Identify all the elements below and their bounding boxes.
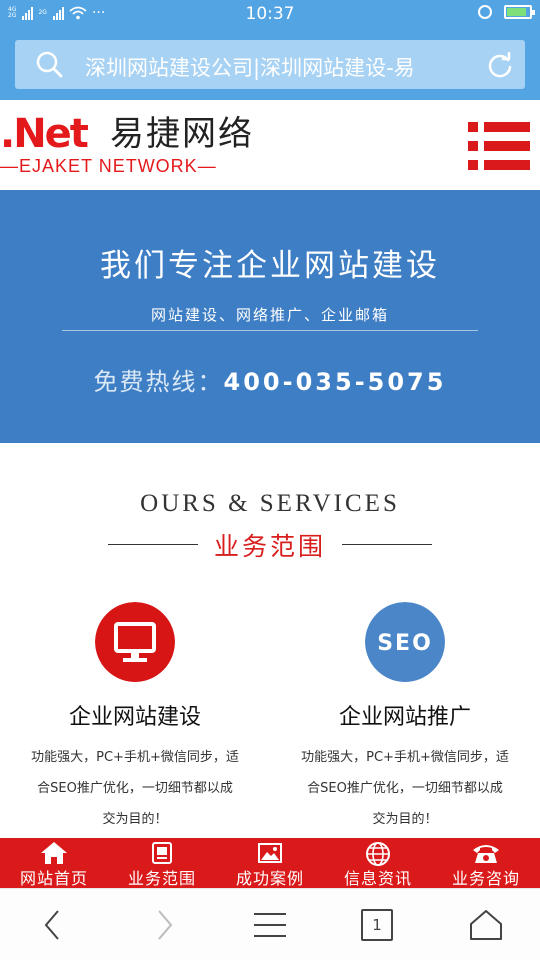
service-card-website[interactable]: 企业网站建设 功能强大，PC+手机+微信同步，适 合SEO推广优化，一切细节都以… — [0, 602, 270, 838]
desc-line: 合SEO推广优化，一切细节都以成 — [37, 781, 233, 796]
browser-toolbar: 1 — [0, 888, 540, 960]
browser-address-bar: 深圳网站建设公司|深圳网站建设-易 — [0, 30, 540, 100]
site-logo[interactable]: .Net 易捷网络 —EJAKET NETWORK— — [0, 114, 290, 180]
picture-icon — [258, 843, 282, 863]
logo-chinese-name: 易捷网络 — [110, 114, 254, 154]
service-description: 功能强大，PC+手机+微信同步，适 合SEO推广优化，一切细节都以成 交为目的！ — [294, 742, 516, 835]
tabs-button[interactable]: 1 — [361, 909, 393, 941]
desc-line: 功能强大，PC+手机+微信同步，适 — [31, 750, 239, 765]
nav-label: 业务咨询 — [451, 869, 520, 888]
forward-icon[interactable] — [145, 907, 181, 943]
menu-lines-icon[interactable] — [252, 907, 288, 943]
desc-line: 功能强大，PC+手机+微信同步，适 — [301, 750, 509, 765]
alarm-icon — [478, 5, 492, 19]
nav-item-news[interactable]: 信息资讯 — [324, 838, 432, 888]
logo-english-name: —EJAKET NETWORK— — [0, 156, 217, 176]
home-outline-icon[interactable] — [468, 907, 504, 943]
service-title[interactable]: 企业网站推广 — [270, 699, 540, 731]
nav-label: 信息资讯 — [343, 869, 412, 888]
page-title-text[interactable]: 深圳网站建设公司|深圳网站建设-易 — [85, 52, 475, 82]
hotline-label: 免费热线： — [93, 368, 224, 396]
site-bottom-nav: 网站首页 业务范围 成功案例 信息资讯 业务咨询 — [0, 838, 540, 888]
status-bar: 4G 2G 2G ··· 10:37 — [0, 0, 540, 30]
nav-label: 业务范围 — [127, 869, 196, 888]
banner-divider — [62, 330, 478, 331]
phone-icon — [473, 845, 499, 863]
service-description: 功能强大，PC+手机+微信同步，适 合SEO推广优化，一切细节都以成 交为目的！ — [24, 742, 246, 835]
menu-icon[interactable] — [468, 122, 530, 170]
seo-icon-label: SEO — [377, 631, 433, 656]
services-heading-en: OURS & SERVICES — [140, 490, 400, 517]
nav-item-home[interactable]: 网站首页 — [0, 838, 108, 888]
seo-icon: SEO — [365, 602, 445, 682]
monitor-icon — [95, 602, 175, 682]
back-icon[interactable] — [36, 907, 72, 943]
nav-item-consult[interactable]: 业务咨询 — [432, 838, 540, 888]
logo-net: .Net — [0, 111, 89, 157]
nav-item-cases[interactable]: 成功案例 — [216, 838, 324, 888]
nav-label: 成功案例 — [235, 869, 304, 888]
hero-banner: 我们专注企业网站建设 网站建设、网络推广、企业邮箱 免费热线：400-035-5… — [0, 190, 540, 443]
nav-label: 网站首页 — [19, 869, 88, 888]
globe-icon — [366, 842, 390, 866]
battery-icon — [504, 5, 535, 19]
hotline[interactable]: 免费热线：400-035-5075 — [0, 362, 540, 397]
desc-line: 交为目的！ — [102, 812, 168, 827]
nav-item-services[interactable]: 业务范围 — [108, 838, 216, 888]
desc-line: 合SEO推广优化，一切细节都以成 — [307, 781, 503, 796]
services-heading: 业务范围 — [108, 527, 432, 563]
clock: 10:37 — [245, 4, 295, 24]
document-icon — [152, 842, 172, 864]
banner-title: 我们专注企业网站建设 — [100, 248, 440, 284]
service-card-promotion[interactable]: SEO 企业网站推广 功能强大，PC+手机+微信同步，适 合SEO推广优化，一切… — [270, 602, 540, 838]
heading-rule-right — [342, 544, 432, 545]
service-title[interactable]: 企业网站建设 — [0, 699, 270, 731]
url-field[interactable]: 深圳网站建设公司|深圳网站建设-易 — [15, 40, 525, 89]
hotline-number[interactable]: 400-035-5075 — [224, 368, 447, 396]
services-heading-cn: 业务范围 — [213, 532, 326, 561]
reload-icon[interactable] — [487, 52, 513, 78]
search-icon[interactable] — [35, 50, 63, 78]
site-header: .Net 易捷网络 —EJAKET NETWORK— — [0, 100, 540, 190]
desc-line: 交为目的！ — [372, 812, 438, 827]
tab-count: 1 — [372, 916, 382, 934]
home-icon — [41, 842, 67, 864]
banner-subtitle: 网站建设、网络推广、企业邮箱 — [150, 306, 389, 324]
